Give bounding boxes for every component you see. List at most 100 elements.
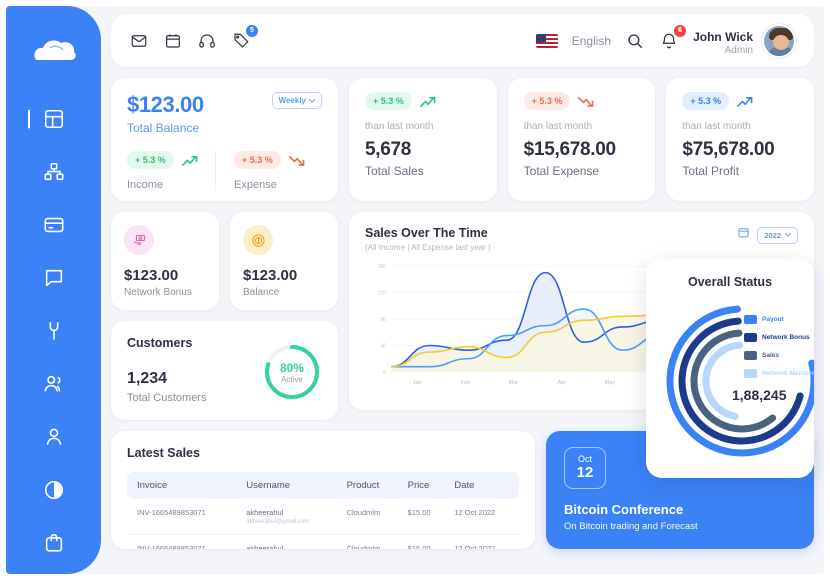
chevron-down-icon: [785, 233, 791, 237]
legend-label: Sales: [762, 352, 779, 359]
table-row[interactable]: INV-1665489853071 akheerahulakheerahul@gm…: [127, 535, 519, 549]
expense-card-name: Total Expense: [523, 164, 600, 178]
balance-split: + 5.3 % Income + 5.3 % Expense: [127, 151, 322, 191]
col-username: Username: [246, 480, 291, 491]
customers-sub: Total Customers: [127, 392, 207, 404]
overall-status-total: 1,88,245: [732, 387, 787, 403]
sidebar-item-tools[interactable]: [6, 309, 101, 352]
sidebar-item-shop[interactable]: [6, 521, 101, 564]
main-content: 5 English 6 John Wick Admin $123.00 Tota…: [101, 6, 824, 574]
col-price: Price: [407, 480, 430, 491]
cell-price: $15.00: [407, 508, 431, 517]
period-value: Weekly: [278, 96, 306, 105]
money-hand-icon: [124, 225, 154, 255]
svg-text:120: 120: [378, 291, 387, 297]
sales-name: Total Sales: [365, 164, 424, 178]
customers-text: Customers 1,234 Total Customers: [127, 336, 262, 404]
svg-text:Mar: Mar: [509, 380, 519, 386]
sidebar-item-reports[interactable]: [6, 468, 101, 511]
customers-title: Customers: [127, 336, 193, 350]
sidebar-item-network[interactable]: [6, 150, 101, 193]
overall-status-panel: Overall Status Payout Network Bonus Sales N…: [646, 259, 814, 478]
sidebar-item-members[interactable]: [6, 362, 101, 405]
trend-up-icon: [419, 96, 436, 107]
table-head: Invoice Username Product Price Date: [127, 472, 519, 499]
col-invoice: Invoice: [137, 480, 168, 491]
event-date-box: Oct 12: [564, 447, 606, 489]
profit-pill: + 5.3 %: [682, 92, 730, 110]
expense-block: + 5.3 % Expense: [215, 151, 322, 191]
calendar-icon[interactable]: [737, 226, 750, 244]
customers-card: Customers 1,234 Total Customers 80% Acti…: [111, 321, 338, 420]
balance-top: $123.00 Total Balance Weekly: [127, 92, 322, 135]
tag-icon[interactable]: 5: [231, 24, 258, 51]
year-dropdown[interactable]: 2022: [757, 226, 798, 244]
cell-username: akheerahulakheerahul@gmail.com: [240, 499, 340, 535]
sales-pill: + 5.3 %: [365, 92, 412, 110]
balance-label: Total Balance: [127, 121, 200, 135]
col-date: Date: [454, 480, 475, 491]
col-product: Product: [346, 480, 380, 491]
overall-status-body: Payout Network Bonus Sales Network Member 1…: [646, 295, 814, 465]
profit-name: Total Profit: [682, 164, 740, 178]
svg-text:0: 0: [383, 370, 386, 376]
headphones-icon[interactable]: [197, 31, 217, 51]
calendar-icon[interactable]: [163, 31, 183, 51]
legend-label: Network Member: [762, 370, 814, 377]
total-profit-card: + 5.3 % than last month $75,678.00 Total…: [666, 78, 815, 201]
year-value: 2022: [764, 230, 781, 240]
sidebar-item-profile[interactable]: [6, 415, 101, 458]
expense-card-value: $15,678.00: [523, 139, 616, 160]
profit-trend: + 5.3 %: [682, 92, 798, 110]
customers-count: 1,234: [127, 370, 168, 387]
sales-value: 5,678: [365, 139, 412, 160]
bell-icon[interactable]: 6: [659, 24, 687, 51]
username-text: akheerahul: [246, 508, 284, 517]
expense-pill: + 5.3 %: [234, 151, 281, 169]
network-bonus-card: $123.00 Network Bonus: [111, 212, 219, 310]
period-dropdown[interactable]: Weekly: [271, 92, 322, 109]
search-icon[interactable]: [625, 31, 645, 51]
network-bonus-label: Network Bonus: [124, 287, 192, 298]
balance-text: $123.00 Total Balance: [127, 92, 204, 135]
svg-text:Feb: Feb: [461, 380, 470, 386]
svg-text:Apr: Apr: [557, 380, 566, 386]
latest-sales-title: Latest Sales: [127, 446, 200, 460]
cell-product: Cloudmlm: [346, 508, 381, 517]
cell-username: akheerahulakheerahul@gmail.com: [240, 535, 340, 549]
legend-item: Payout: [744, 315, 814, 324]
table-body: INV-1665489853071 akheerahul akheerahul@gm…: [127, 499, 519, 549]
legend-swatch: [744, 315, 757, 324]
dashboard-app: 5 English 6 John Wick Admin $123.00 Tota…: [6, 6, 824, 574]
sidebar: [6, 6, 101, 574]
sidebar-item-wallet[interactable]: [6, 203, 101, 246]
total-expense-card: + 5.3 % than last month $15,678.00 Total…: [507, 78, 656, 201]
mail-icon[interactable]: [129, 31, 149, 51]
sidebar-item-messages[interactable]: [6, 256, 101, 299]
total-balance-card: $123.00 Total Balance Weekly + 5.3 % Inc…: [111, 78, 338, 201]
bell-badge: 6: [674, 24, 687, 37]
network-bonus-amount: $123.00: [124, 267, 179, 284]
event-day: 12: [576, 463, 594, 481]
chart-header: Sales Over The Time (All Income | All Ex…: [365, 226, 798, 252]
legend-swatch: [744, 333, 757, 342]
chart-titles: Sales Over The Time (All Income | All Ex…: [365, 226, 491, 252]
total-sales-card: + 5.3 % than last month 5,678 Total Sale…: [349, 78, 497, 201]
balance-amount: $123.00: [127, 92, 204, 117]
legend-item: Network Member: [744, 369, 814, 378]
expense-card-trend: + 5.3 %: [523, 92, 640, 110]
avatar[interactable]: [762, 23, 796, 58]
cell-invoice: INV-1665489853071: [137, 544, 206, 549]
active-donut-chart: 80% Active: [262, 342, 322, 402]
profit-value: $75,678.00: [682, 139, 775, 160]
legend-item: Sales: [744, 351, 814, 360]
language-label[interactable]: English: [572, 34, 611, 48]
table-row[interactable]: INV-1665489853071akheerahulakheerahul@gm…: [127, 499, 519, 535]
latest-sales-table: Invoice Username Product Price Date INV-…: [127, 472, 519, 549]
profile-menu[interactable]: John Wick Admin: [693, 23, 796, 58]
chart-tools: 2022: [737, 226, 798, 244]
topbar-left-icons: 5: [129, 24, 258, 51]
sidebar-item-dashboard[interactable]: [6, 97, 101, 140]
active-indicator: [28, 109, 30, 129]
legend-label: Network Bonus: [762, 334, 810, 341]
